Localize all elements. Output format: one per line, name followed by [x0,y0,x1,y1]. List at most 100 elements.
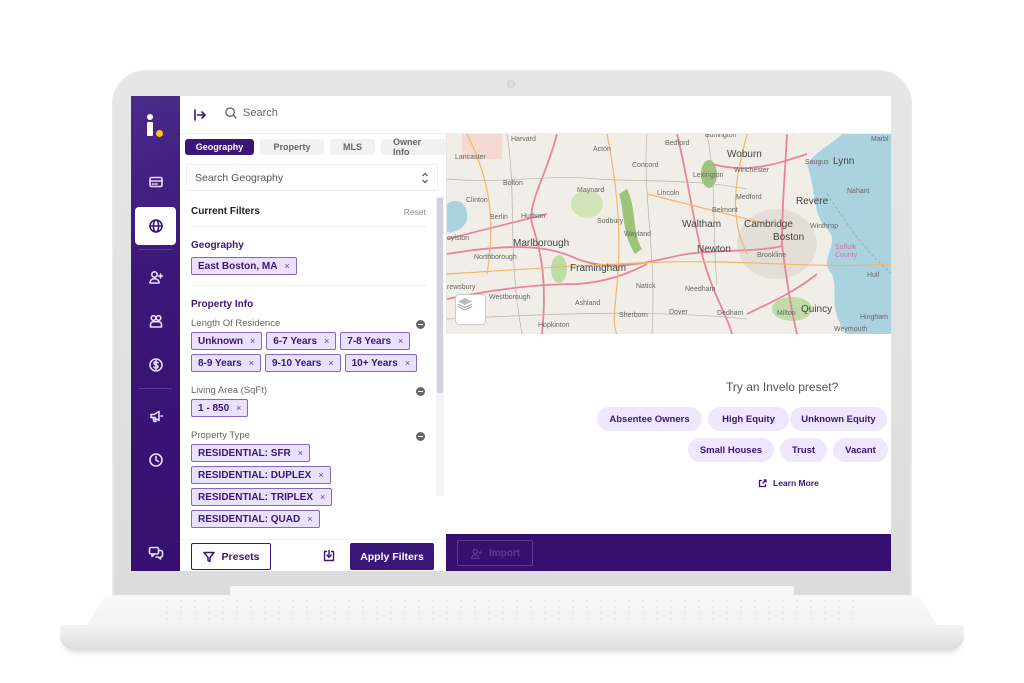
nav-item-history[interactable] [135,441,176,479]
nav-item-billing[interactable] [135,163,176,201]
import-button[interactable]: Import [457,540,533,566]
filter-funnel-icon [202,551,215,562]
filter-chip[interactable]: 1 - 850 × [191,399,249,417]
remove-chip-icon[interactable]: × [236,403,241,413]
clock-icon [148,453,163,467]
search-input[interactable] [243,107,443,119]
map-layers-button[interactable] [455,294,486,325]
remove-chip-icon[interactable]: × [307,514,312,524]
map-label: Westborough [489,294,531,301]
collapse-group-icon[interactable] [416,320,425,329]
preset-trust[interactable]: Trust [780,438,827,462]
scrollbar-thumb[interactable] [437,198,443,393]
invelo-logo[interactable] [143,113,169,139]
map-label: Suffolk County [835,244,858,259]
chip-label: 10+ Years [351,357,398,369]
tab-mls[interactable]: MLS [330,139,375,155]
collapse-group-icon[interactable] [416,432,425,441]
map-view[interactable]: Harvard Acton Bedford Burlington Lancast… [446,134,891,334]
living-area-chips: 1 - 850 × [191,399,431,417]
map-label: Lexington [693,172,724,179]
remove-chip-icon[interactable]: × [318,470,323,480]
filter-chip[interactable]: 7-8 Years × [340,332,411,350]
remove-chip-icon[interactable]: × [284,261,289,271]
remove-chip-icon[interactable]: × [320,492,325,502]
preset-absentee-owners[interactable]: Absentee Owners [597,407,702,431]
apply-filters-button[interactable]: Apply Filters [350,543,434,570]
map-label: Maynard [577,187,605,194]
tab-property[interactable]: Property [260,139,324,155]
learn-more-label: Learn More [773,478,819,488]
filter-tabs: Geography Property MLS Owner Info [185,137,449,157]
map-label: Hopkinton [538,322,570,329]
add-user-icon [470,548,482,559]
filter-chip[interactable]: East Boston, MA × [191,257,297,275]
property-type-chips: RESIDENTIAL: SFR × RESIDENTIAL: DUPLEX × R… [191,444,431,528]
global-search [224,106,443,120]
preset-high-equity[interactable]: High Equity [708,407,789,431]
chat-icon [148,546,163,560]
map-label: Bedford [665,140,690,147]
remove-chip-icon[interactable]: × [328,358,333,368]
users-icon [149,314,162,328]
credit-card-icon [148,176,163,188]
search-icon [225,107,237,119]
nav-rail [131,96,180,571]
filter-chip[interactable]: 6-7 Years × [266,332,337,350]
remove-chip-icon[interactable]: × [405,358,410,368]
geography-chips: East Boston, MA × [191,257,431,275]
nav-item-add-contact[interactable] [135,258,176,296]
tab-geography[interactable]: Geography [185,139,254,155]
divider [191,226,426,227]
logo-accent-dot [156,130,163,137]
top-bar [180,96,891,134]
preset-unknown-equity[interactable]: Unknown Equity [790,407,887,431]
tab-owner-info[interactable]: Owner Info [381,137,449,157]
chip-label: RESIDENTIAL: DUPLEX [198,469,312,481]
learn-more-link[interactable]: Learn More [758,478,819,488]
nav-item-marketing[interactable] [135,397,176,435]
map-label: Lincoln [657,190,680,197]
remove-chip-icon[interactable]: × [398,336,403,346]
filter-chip[interactable]: 10+ Years × [344,354,418,372]
map-label: Berlin [490,214,508,221]
length-of-residence-chips: Unknown × 6-7 Years × 7-8 Years × 8-9 Years… [191,332,431,372]
remove-chip-icon[interactable]: × [324,336,329,346]
filter-chip[interactable]: 8-9 Years × [191,354,262,372]
reset-filters-link[interactable]: Reset [404,207,426,217]
filter-chip[interactable]: Unknown × [191,332,263,350]
map-label-city: Waltham [682,219,722,230]
current-filters-title: Current Filters [191,206,260,217]
collapse-group-icon[interactable] [416,387,425,396]
geography-search-select[interactable]: Search Geography [186,164,438,191]
filter-chip[interactable]: 9-10 Years × [265,354,341,372]
remove-chip-icon[interactable]: × [298,448,303,458]
layers-icon [457,298,473,311]
chip-label: 7-8 Years [347,335,392,347]
save-filters-button[interactable] [322,549,336,563]
chip-label: 9-10 Years [272,357,322,369]
filter-chip[interactable]: RESIDENTIAL: QUAD × [191,510,320,528]
nav-item-contacts[interactable] [135,302,176,340]
length-of-residence-label: Length Of Residence [191,318,281,329]
nav-item-support-chat[interactable] [135,534,176,571]
map-label: Harvard [511,136,536,143]
map-label-city: Quincy [801,304,833,315]
presets-button[interactable]: Presets [191,543,271,570]
presets-suggestions: Try an Invelo preset? Absentee Owners Hi… [446,334,891,534]
filter-chip[interactable]: RESIDENTIAL: SFR × [191,444,311,462]
map-label-city: Framingham [570,263,627,274]
nav-item-geography[interactable] [135,207,176,245]
preset-small-houses[interactable]: Small Houses [688,438,774,462]
chip-label: RESIDENTIAL: TRIPLEX [198,491,314,503]
remove-chip-icon[interactable]: × [249,358,254,368]
filter-chip[interactable]: RESIDENTIAL: DUPLEX × [191,466,331,484]
filter-chip[interactable]: RESIDENTIAL: TRIPLEX × [191,488,333,506]
preset-vacant[interactable]: Vacant [833,438,888,462]
expand-right-icon [194,109,207,121]
filters-scrollbar[interactable] [436,196,444,496]
nav-item-payments[interactable] [135,346,176,384]
remove-chip-icon[interactable]: × [250,336,255,346]
expand-panel-button[interactable] [192,107,208,123]
divider [191,285,426,286]
